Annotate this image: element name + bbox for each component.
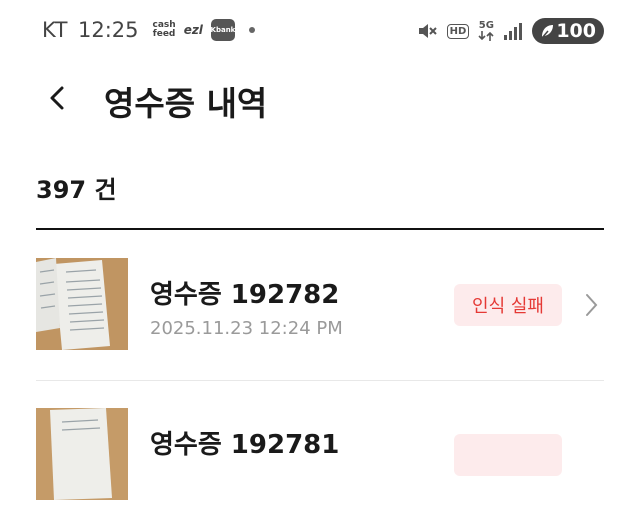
list-divider xyxy=(36,228,604,230)
battery-icon: 100 xyxy=(532,18,604,44)
page-title: 영수증 내역 xyxy=(104,84,268,123)
signal-icon xyxy=(503,21,523,41)
status-bar: KT 12:25 cash feed ezl Kbank HD 5G 100 xyxy=(0,0,640,64)
5g-icon: 5G xyxy=(478,21,494,41)
app-header: 영수증 내역 xyxy=(0,64,640,136)
status-left: KT 12:25 cash feed ezl Kbank xyxy=(42,18,255,42)
receipt-date: 2025.11.23 12:24 PM xyxy=(150,318,343,339)
list-item[interactable]: 영수증 192782 2025.11.23 12:24 PM 인식 실패 xyxy=(36,258,604,378)
hd-voice-icon: HD xyxy=(446,23,470,39)
chevron-right-icon xyxy=(584,292,600,322)
back-arrow-icon xyxy=(50,86,64,110)
cashfeed-icon: cash feed xyxy=(152,20,176,39)
kbank-icon: Kbank xyxy=(211,19,235,41)
receipt-count: 397 건 xyxy=(36,176,117,204)
notification-icons: cash feed ezl Kbank xyxy=(153,19,255,41)
carrier-label: KT xyxy=(42,18,68,42)
mute-icon xyxy=(416,20,438,42)
back-button[interactable] xyxy=(36,76,80,120)
battery-level: 100 xyxy=(556,20,596,42)
receipt-title: 영수증 192781 xyxy=(150,430,340,460)
receipt-thumbnail xyxy=(36,258,128,350)
clock: 12:25 xyxy=(77,18,139,42)
list-item[interactable]: 영수증 192781 xyxy=(36,408,604,528)
row-separator xyxy=(36,380,604,381)
ezl-icon: ezl xyxy=(183,23,203,37)
status-badge: 인식 실패 xyxy=(454,284,562,326)
status-right: HD 5G 100 xyxy=(416,18,604,44)
status-badge xyxy=(454,434,562,476)
more-notifications-dot-icon xyxy=(248,27,255,33)
battery-leaf-icon xyxy=(541,25,554,39)
receipt-title: 영수증 192782 xyxy=(150,280,340,310)
receipt-thumbnail xyxy=(36,408,128,500)
